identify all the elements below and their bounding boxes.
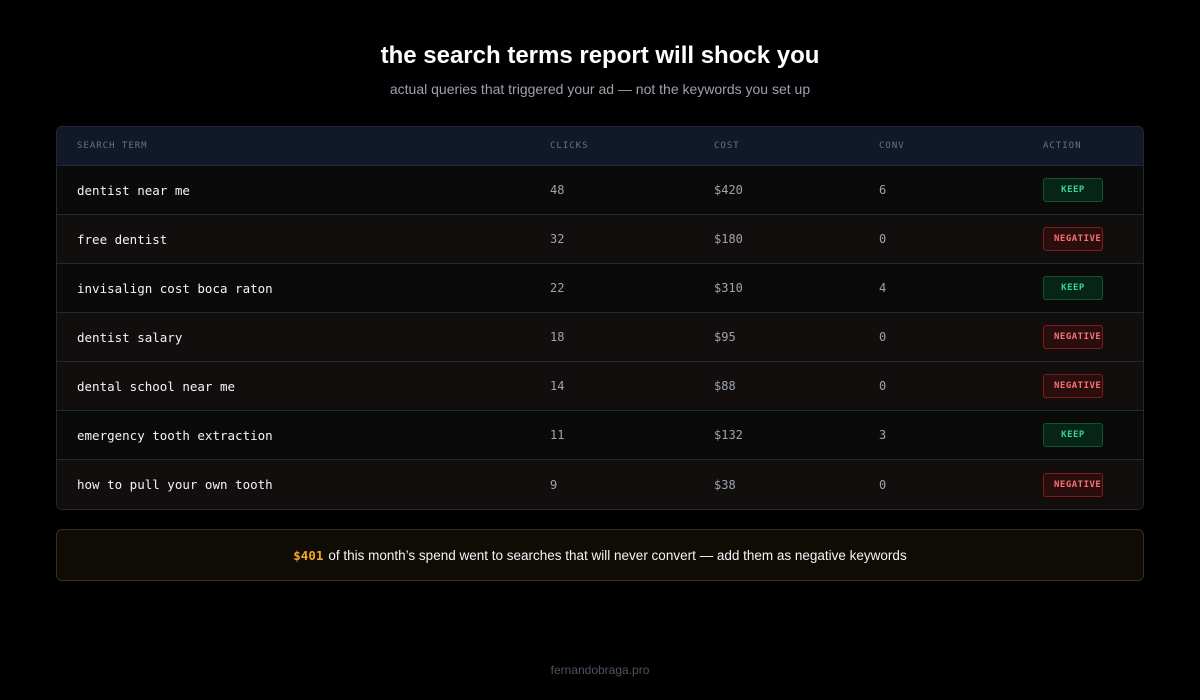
search-term-cell: dentist near me <box>77 182 190 198</box>
column-header-clicks[interactable]: CLICKS <box>550 141 714 151</box>
clicks-cell: 32 <box>550 232 565 246</box>
cost-cell: $180 <box>714 232 743 246</box>
table-row: how to pull your own tooth 9 $38 0 NEGAT… <box>57 460 1143 509</box>
wasted-spend-callout: $401 of this month’s spend went to searc… <box>56 529 1144 581</box>
negative-button[interactable]: NEGATIVE <box>1043 374 1103 398</box>
search-term-cell: emergency tooth extraction <box>77 427 273 443</box>
search-term-cell: dental school near me <box>77 378 236 394</box>
column-header-conv[interactable]: CONV <box>879 141 1043 151</box>
conv-cell: 0 <box>879 477 887 492</box>
table-row: dental school near me 14 $88 0 NEGATIVE <box>57 362 1143 411</box>
negative-button[interactable]: NEGATIVE <box>1043 472 1103 497</box>
keep-button[interactable]: KEEP <box>1043 178 1103 202</box>
keep-button[interactable]: KEEP <box>1043 276 1103 300</box>
column-header-search-term[interactable]: SEARCH TERM <box>57 141 550 151</box>
clicks-cell: 18 <box>550 330 565 344</box>
table-row: free dentist 32 $180 0 NEGATIVE <box>57 215 1143 264</box>
conv-cell: 4 <box>879 281 887 295</box>
keep-button[interactable]: KEEP <box>1043 423 1103 447</box>
search-term-cell: invisalign cost boca raton <box>77 280 273 296</box>
conv-cell: 0 <box>879 232 887 246</box>
page-title: the search terms report will shock you <box>380 42 820 69</box>
clicks-cell: 14 <box>550 379 565 393</box>
negative-button[interactable]: NEGATIVE <box>1043 325 1103 349</box>
search-term-cell: dentist salary <box>77 329 183 345</box>
footer-credit: fernandobraga.pro <box>550 663 650 677</box>
cost-cell: $38 <box>714 477 736 492</box>
clicks-cell: 9 <box>550 477 558 492</box>
wasted-spend-amount: $401 <box>293 547 324 563</box>
search-term-cell: free dentist <box>77 231 168 247</box>
search-term-cell: how to pull your own tooth <box>77 477 273 492</box>
table-row: dentist salary 18 $95 0 NEGATIVE <box>57 313 1143 362</box>
table-header: SEARCH TERM CLICKS COST CONV ACTION <box>57 127 1143 166</box>
clicks-cell: 11 <box>550 428 565 442</box>
table-row: dentist near me 48 $420 6 KEEP <box>57 166 1143 215</box>
column-header-cost[interactable]: COST <box>714 141 879 151</box>
clicks-cell: 22 <box>550 281 565 295</box>
table-row: emergency tooth extraction 11 $132 3 KEE… <box>57 411 1143 460</box>
column-header-action: ACTION <box>1043 141 1082 151</box>
cost-cell: $95 <box>714 330 736 344</box>
search-terms-table: SEARCH TERM CLICKS COST CONV ACTION dent… <box>56 126 1144 510</box>
callout-text: of this month’s spend went to searches t… <box>328 547 907 563</box>
negative-button[interactable]: NEGATIVE <box>1043 227 1103 251</box>
table-row: invisalign cost boca raton 22 $310 4 KEE… <box>57 264 1143 313</box>
cost-cell: $132 <box>714 428 743 442</box>
clicks-cell: 48 <box>550 183 565 197</box>
page-subtitle: actual queries that triggered your ad — … <box>389 81 811 97</box>
cost-cell: $310 <box>714 281 743 295</box>
cost-cell: $420 <box>714 183 743 197</box>
conv-cell: 0 <box>879 379 887 393</box>
page: the search terms report will shock you a… <box>0 0 1200 700</box>
cost-cell: $88 <box>714 379 736 393</box>
conv-cell: 0 <box>879 330 887 344</box>
conv-cell: 3 <box>879 428 887 442</box>
conv-cell: 6 <box>879 183 887 197</box>
